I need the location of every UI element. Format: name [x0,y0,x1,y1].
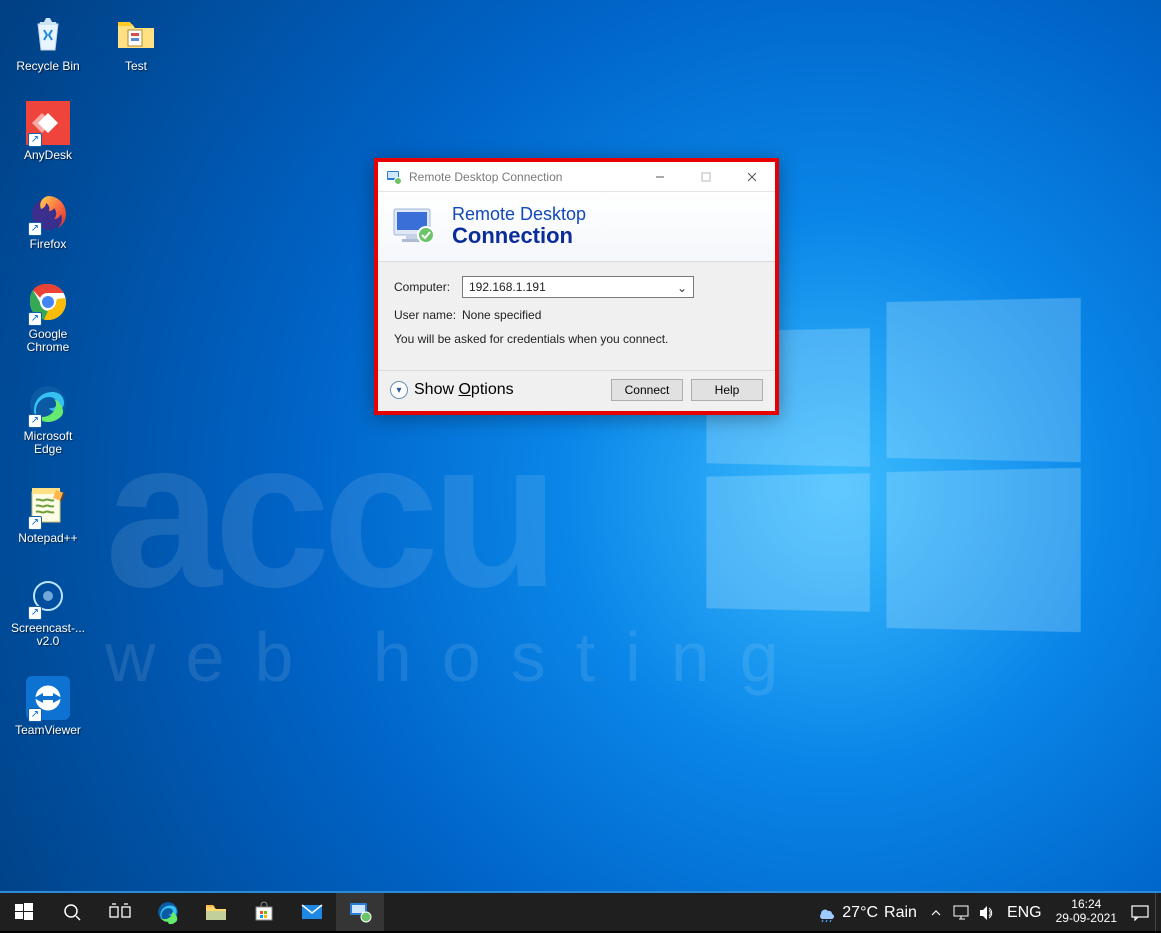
chevron-down-icon: ▾ [390,381,408,399]
desktop-icon-label: Microsoft Edge [10,430,86,456]
chevron-down-icon: ⌄ [677,281,687,295]
computer-value: 192.168.1.191 [469,280,546,294]
rdc-banner-icon [392,207,438,245]
taskbar-app-explorer[interactable] [192,893,240,931]
action-center-button[interactable] [1125,893,1155,933]
username-value: None specified [462,308,541,322]
desktop-icon-notepadpp[interactable]: Notepad++ [10,484,86,545]
desktop-icon-test-folder[interactable]: Test [98,12,174,73]
desktop-icon-chrome[interactable]: Google Chrome [10,280,86,354]
show-options-toggle[interactable]: ▾ Show Options [390,381,514,399]
close-button[interactable] [729,162,775,192]
edge-icon [26,382,70,426]
computer-label: Computer: [394,280,462,294]
weather-widget[interactable]: 27°C Rain [810,893,923,933]
maximize-button[interactable] [683,162,729,192]
connect-button[interactable]: Connect [611,379,683,401]
anydesk-icon [26,101,70,145]
dialog-banner: Remote Desktop Connection [378,192,775,262]
desktop-icon-firefox[interactable]: Firefox [10,190,86,251]
rdc-titlebar-icon [386,169,402,185]
remote-desktop-dialog: Remote Desktop Connection Remote Desktop… [378,162,775,411]
desktop-icon-label: Firefox [30,238,67,251]
weather-cond: Rain [884,904,917,922]
tray-overflow[interactable] [923,893,949,933]
tray-clock[interactable]: 16:24 29-09-2021 [1048,893,1125,931]
desktop-icon-label: Recycle Bin [16,60,79,73]
desktop-icon-recycle-bin[interactable]: Recycle Bin [10,12,86,73]
desktop-icon-label: Notepad++ [18,532,77,545]
taskbar-app-mail[interactable] [288,893,336,931]
tray-monitor-icon[interactable] [949,893,975,933]
weather-temp: 27°C [842,904,878,922]
desktop-icons-column-2: Test [98,12,174,73]
taskbar-app-edge[interactable] [144,893,192,931]
folder-icon [114,12,158,56]
rdc-dialog-highlight: Remote Desktop Connection Remote Desktop… [374,158,779,415]
recycle-bin-icon [26,12,70,56]
firefox-icon [26,190,70,234]
desktop-icon-edge[interactable]: Microsoft Edge [10,382,86,456]
desktop-icons-column-1: Recycle Bin AnyDesk Firefox Google Chrom… [10,12,86,737]
username-label: User name: [394,308,462,322]
clock-time: 16:24 [1071,898,1101,912]
desktop[interactable]: accu web hosting Recycle Bin AnyDesk Fir… [0,0,1161,891]
teamviewer-icon [26,676,70,720]
computer-combobox[interactable]: 192.168.1.191 ⌄ [462,276,694,298]
search-button[interactable] [48,893,96,931]
desktop-icon-screencast[interactable]: Screencast-... v2.0 [10,574,86,648]
banner-line1: Remote Desktop [452,204,586,225]
credentials-hint: You will be asked for credentials when y… [394,332,759,346]
tray-volume-icon[interactable] [975,893,1001,933]
tray-language[interactable]: ENG [1001,893,1048,933]
notepadpp-icon [26,484,70,528]
desktop-icon-label: AnyDesk [24,149,72,162]
desktop-icon-label: TeamViewer [15,724,81,737]
show-options-label: Show Options [414,381,514,399]
dialog-titlebar[interactable]: Remote Desktop Connection [378,162,775,192]
desktop-icon-label: Test [125,60,147,73]
banner-line2: Connection [452,225,586,247]
dialog-title-text: Remote Desktop Connection [409,170,562,184]
show-desktop-button[interactable] [1155,893,1161,931]
taskbar-app-store[interactable] [240,893,288,931]
minimize-button[interactable] [637,162,683,192]
chrome-icon [26,280,70,324]
help-button[interactable]: Help [691,379,763,401]
desktop-icon-label: Screencast-... v2.0 [10,622,86,648]
desktop-icon-anydesk[interactable]: AnyDesk [10,101,86,162]
dialog-body: Computer: 192.168.1.191 ⌄ User name: Non… [378,262,775,370]
desktop-icon-label: Google Chrome [10,328,86,354]
start-button[interactable] [0,893,48,931]
screencast-icon [26,574,70,618]
taskbar-app-rdc[interactable] [336,893,384,931]
dialog-footer: ▾ Show Options Connect Help [378,370,775,411]
desktop-icon-teamviewer[interactable]: TeamViewer [10,676,86,737]
taskbar[interactable]: 27°C Rain ENG 16:24 29-09-2021 [0,891,1161,931]
task-view-button[interactable] [96,893,144,931]
accu-watermark: accu web hosting [105,440,1121,697]
clock-date: 29-09-2021 [1056,912,1117,926]
